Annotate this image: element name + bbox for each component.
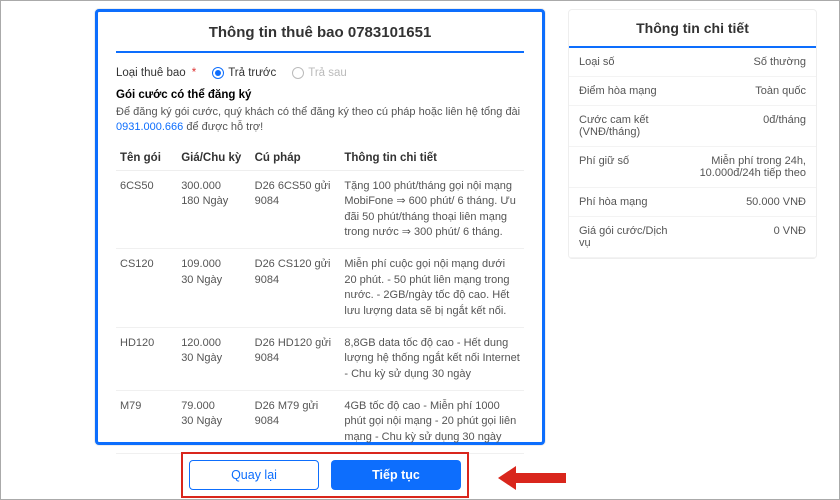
side-label: Loại số: [579, 56, 670, 68]
table-row: CS120109.000 30 NgàyD26 CS120 gửi 9084Mi…: [116, 249, 524, 328]
side-value: 50.000 VNĐ: [678, 196, 806, 208]
subscription-type-row: Loại thuê bao * Trả trước Trả sau: [116, 67, 524, 79]
table-header-row: Tên gói Giá/Chu kỳ Cú pháp Thông tin chi…: [116, 146, 524, 171]
th-name: Tên gói: [116, 146, 177, 171]
side-panel-title: Thông tin chi tiết: [569, 10, 816, 48]
side-value: Toàn quốc: [678, 85, 806, 97]
panel-title: Thông tin thuê bao 0783101651: [116, 24, 524, 53]
action-button-row: Quay lại Tiếp tục: [181, 452, 469, 498]
table-row: M7979.000 30 NgàyD26 M79 gửi 90844GB tốc…: [116, 391, 524, 454]
plan-syntax: D26 M79 gửi 9084: [251, 391, 341, 454]
side-info-row: Điểm hòa mạng Toàn quốc: [569, 77, 816, 106]
subscription-info-panel: Thông tin thuê bao 0783101651 Loại thuê …: [95, 9, 545, 445]
plan-syntax: D26 HD120 gửi 9084: [251, 327, 341, 390]
plan-syntax: D26 CS120 gửi 9084: [251, 249, 341, 328]
side-label: Phí giữ số: [579, 155, 670, 179]
th-detail: Thông tin chi tiết: [340, 146, 524, 171]
side-value: Số thường: [678, 56, 806, 68]
side-value: 0 VNĐ: [678, 225, 806, 249]
th-syntax: Cú pháp: [251, 146, 341, 171]
side-label: Phí hòa mạng: [579, 196, 670, 208]
detail-side-panel: Thông tin chi tiết Loại số Số thường Điểm …: [568, 9, 817, 259]
required-star: *: [192, 67, 196, 79]
side-info-row: Phí hòa mạng 50.000 VNĐ: [569, 188, 816, 217]
side-label: Điểm hòa mạng: [579, 85, 670, 97]
side-info-row: Phí giữ số Miễn phí trong 24h, 10.000đ/24…: [569, 147, 816, 188]
plan-heading: Gói cước có thể đăng ký: [116, 89, 524, 101]
plan-detail: 8,8GB data tốc độ cao - Hết dung lượng h…: [340, 327, 524, 390]
side-info-row: Loại số Số thường: [569, 48, 816, 77]
side-value: Miễn phí trong 24h, 10.000đ/24h tiếp the…: [678, 155, 806, 179]
next-button[interactable]: Tiếp tục: [331, 460, 461, 490]
radio-icon: [292, 67, 304, 79]
radio-postpaid: Trả sau: [292, 67, 347, 79]
subscription-type-label: Loại thuê bao: [116, 67, 186, 79]
plan-subtext: Để đăng ký gói cước, quý khách có thể đă…: [116, 105, 524, 136]
side-info-row: Giá gói cước/Dịch vụ 0 VNĐ: [569, 217, 816, 258]
hotline-link[interactable]: 0931.000.666: [116, 121, 183, 133]
annotation-arrow-icon: [498, 466, 566, 490]
plan-syntax: D26 6CS50 gửi 9084: [251, 170, 341, 249]
radio-prepaid[interactable]: Trả trước: [212, 67, 276, 79]
side-label: Giá gói cước/Dịch vụ: [579, 225, 670, 249]
plan-detail: Tặng 100 phút/tháng gọi nội mạng MobiFon…: [340, 170, 524, 249]
side-label: Cước cam kết (VNĐ/tháng): [579, 114, 670, 138]
plan-price: 79.000 30 Ngày: [177, 391, 250, 454]
plan-price: 120.000 30 Ngày: [177, 327, 250, 390]
plan-price: 109.000 30 Ngày: [177, 249, 250, 328]
table-row: 6CS50300.000 180 NgàyD26 6CS50 gửi 9084T…: [116, 170, 524, 249]
table-row: HD120120.000 30 NgàyD26 HD120 gửi 90848,…: [116, 327, 524, 390]
side-info-row: Cước cam kết (VNĐ/tháng) 0đ/tháng: [569, 106, 816, 147]
plan-price: 300.000 180 Ngày: [177, 170, 250, 249]
plans-table: Tên gói Giá/Chu kỳ Cú pháp Thông tin chi…: [116, 146, 524, 454]
plan-detail: 4GB tốc độ cao - Miễn phí 1000 phút gọi …: [340, 391, 524, 454]
plan-name-link[interactable]: M79: [116, 391, 177, 454]
plan-detail: Miễn phí cuộc gọi nội mạng dưới 20 phút.…: [340, 249, 524, 328]
plan-name-link[interactable]: HD120: [116, 327, 177, 390]
back-button[interactable]: Quay lại: [189, 460, 319, 490]
radio-icon: [212, 67, 224, 79]
plan-name-link[interactable]: CS120: [116, 249, 177, 328]
plan-name-link[interactable]: 6CS50: [116, 170, 177, 249]
side-value: 0đ/tháng: [678, 114, 806, 138]
th-price: Giá/Chu kỳ: [177, 146, 250, 171]
